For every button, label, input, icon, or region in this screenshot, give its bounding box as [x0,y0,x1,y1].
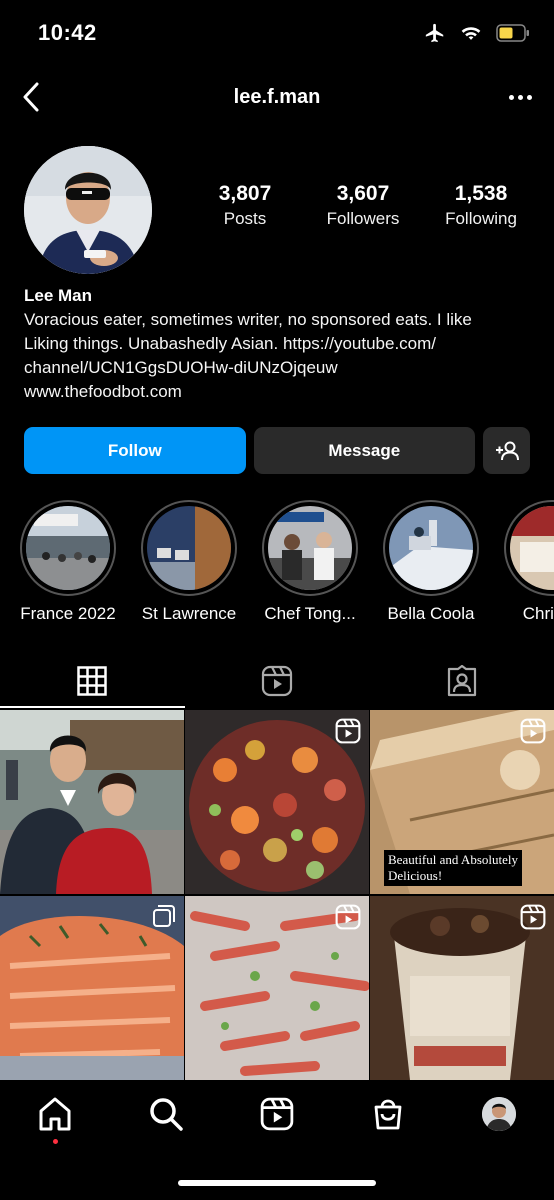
shop-icon [374,1099,402,1130]
tab-reels[interactable] [185,654,370,708]
stat-following-count: 1,538 [454,182,508,205]
post-thumbnail[interactable] [185,710,369,894]
highlight-item[interactable]: St Lawrence [124,500,254,624]
highlight-ring [20,500,116,596]
message-button[interactable]: Message [253,427,476,474]
highlight-label: Christm [522,604,554,623]
post-thumbnail[interactable] [0,710,184,894]
stat-followers-label: Followers [326,209,400,228]
home-indicator [178,1180,376,1186]
highlight-ring [504,500,554,596]
nav-shop[interactable] [358,1094,418,1134]
reel-badge-icon [520,718,546,749]
tagged-icon [447,665,476,697]
tab-posts-grid[interactable] [0,654,185,708]
chevron-left-icon [23,82,39,112]
stat-posts[interactable]: 3,807 Posts [186,180,304,230]
story-highlights: France 2022 St Lawrence Chef Tong... Bel… [0,500,554,630]
highlight-ring [141,500,237,596]
post-thumbnail[interactable] [0,896,184,1080]
highlight-item[interactable]: Chef Tong... [245,500,375,624]
reel-badge-icon [335,904,361,935]
grid-icon [77,666,108,696]
stat-following-label: Following [445,209,517,228]
post-grid: Beautiful and Absolutely Delicious! [0,710,554,1080]
profile-stats: 3,807 Posts 3,607 Followers 1,538 Follow… [186,180,541,230]
wifi-icon [460,24,482,42]
profile-username: lee.f.man [233,86,321,108]
suggested-accounts-button[interactable] [483,427,530,474]
stat-following[interactable]: 1,538 Following [422,180,540,230]
status-bar: 10:42 [0,0,554,66]
reel-caption: Beautiful and Absolutely Delicious! [384,850,522,886]
nav-reels[interactable] [247,1094,307,1134]
profile-actions: Follow Message [24,427,530,475]
post-thumbnail[interactable] [185,896,369,1080]
highlight-label: Chef Tong... [264,604,356,623]
profile-bio: Lee Man Voracious eater, sometimes write… [24,284,534,404]
reels-icon [260,1097,294,1131]
bio-link-line[interactable]: Liking things. Unabashedly Asian. https:… [24,332,534,356]
highlight-ring [262,500,358,596]
nav-profile[interactable] [469,1094,529,1134]
notification-dot [52,1139,58,1144]
stat-posts-count: 3,807 [218,182,272,205]
reel-badge-icon [520,904,546,935]
highlight-label: Bella Coola [387,604,475,623]
nav-home[interactable] [25,1094,85,1144]
follow-button[interactable]: Follow [24,427,246,474]
reel-badge-icon [335,718,361,749]
home-icon [39,1097,71,1131]
highlight-item[interactable]: Bella Coola [366,500,496,624]
stat-followers[interactable]: 3,607 Followers [304,180,422,230]
back-button[interactable] [16,80,46,114]
post-thumbnail[interactable]: Beautiful and Absolutely Delicious! [370,710,554,894]
status-time: 10:42 [38,20,97,45]
stat-posts-label: Posts [223,209,267,228]
reel-caption-line: Beautiful and Absolutely [388,852,518,867]
profile-avatar[interactable] [24,146,152,274]
highlight-ring [383,500,479,596]
bio-link-line[interactable]: channel/UCN1GgsDUOHw-diUNzOjqeuw [24,356,534,380]
highlight-label: France 2022 [20,604,116,623]
profile-tabs [0,654,554,708]
profile-header-nav: lee.f.man [0,70,554,124]
battery-icon [496,24,530,42]
website-link[interactable]: www.thefoodbot.com [24,380,534,404]
reels-icon [261,665,293,697]
highlight-item[interactable]: Christm [487,500,554,624]
add-person-icon [495,441,519,460]
bio-line: Voracious eater, sometimes writer, no sp… [24,310,472,329]
profile-name: Lee Man [24,286,93,305]
status-icons [424,22,530,44]
reel-caption-line: Delicious! [388,868,443,883]
nav-search[interactable] [136,1094,196,1134]
highlight-label: St Lawrence [141,604,237,623]
profile-avatar-icon [481,1097,516,1131]
more-button[interactable] [500,80,540,114]
highlight-item[interactable]: France 2022 [3,500,133,624]
tab-tagged[interactable] [369,654,554,708]
more-horizontal-icon [508,94,514,100]
search-icon [150,1098,183,1131]
airplane-icon [424,22,446,44]
stat-followers-count: 3,607 [336,182,390,205]
carousel-badge-icon [152,904,176,933]
post-thumbnail[interactable] [370,896,554,1080]
